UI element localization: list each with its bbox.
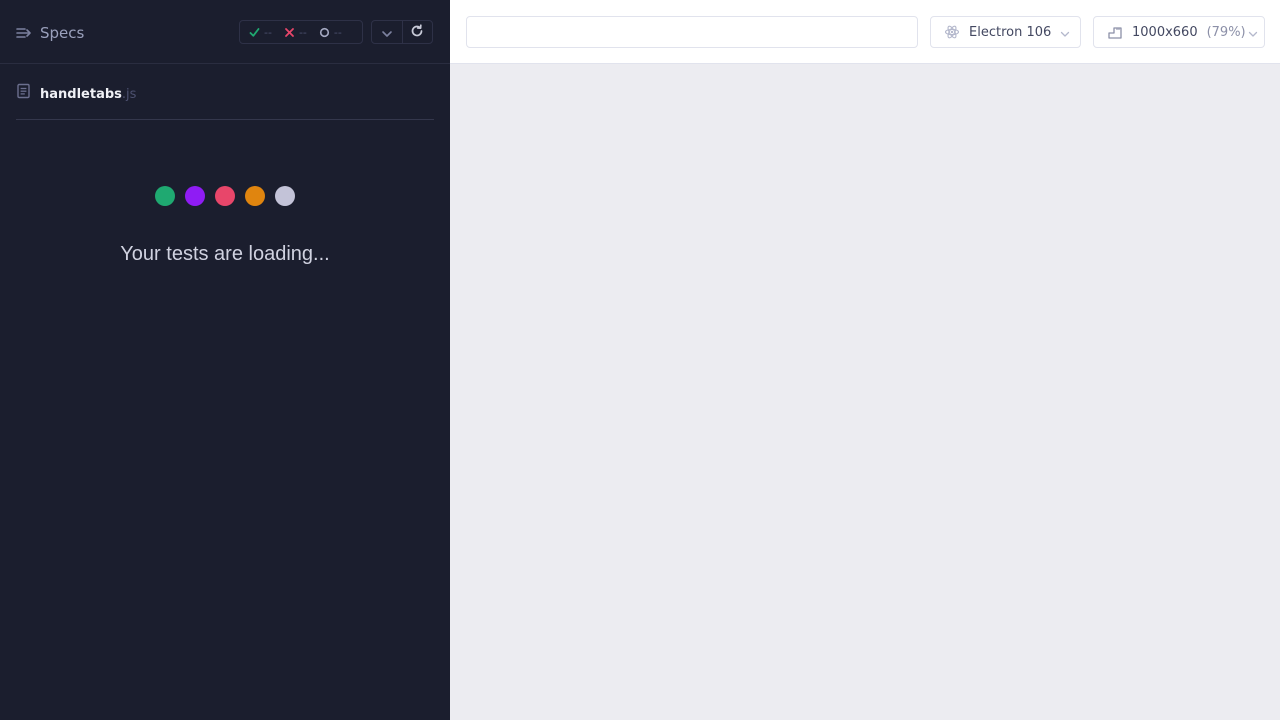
x-icon xyxy=(284,23,295,42)
stat-pending: -- xyxy=(319,23,342,42)
refresh-icon xyxy=(410,23,424,42)
url-input[interactable] xyxy=(466,16,918,48)
specs-list-icon xyxy=(16,26,32,40)
spec-file-basename: handletabs xyxy=(40,87,122,102)
check-icon xyxy=(249,23,260,42)
reporter-header: Specs -- -- -- xyxy=(0,0,450,64)
stat-passed: -- xyxy=(249,23,272,42)
chevron-down-icon xyxy=(1060,23,1070,42)
aut-header: Electron 106 1000x660 (79%) xyxy=(450,0,1280,64)
browser-label: Electron 106 xyxy=(969,24,1052,40)
spec-file-header: handletabs.js xyxy=(16,82,434,120)
reporter-controls xyxy=(371,20,433,44)
stat-passed-count: -- xyxy=(264,25,272,39)
specs-toggle-button[interactable]: Specs xyxy=(16,22,84,44)
loader-dot-5 xyxy=(275,186,295,206)
spec-file-extension: .js xyxy=(121,87,137,102)
viewport-ruler-icon xyxy=(1107,24,1123,40)
document-icon xyxy=(16,83,31,103)
loading-message: Your tests are loading... xyxy=(120,243,330,265)
spec-file-name[interactable]: handletabs.js xyxy=(40,83,136,102)
chevron-down-icon xyxy=(1248,23,1258,42)
chevron-down-icon xyxy=(381,23,393,42)
loader-dot-3 xyxy=(215,186,235,206)
browser-selector[interactable]: Electron 106 xyxy=(930,16,1081,48)
specs-label: Specs xyxy=(40,24,85,42)
stat-pending-count: -- xyxy=(333,25,342,39)
loading-indicator xyxy=(155,186,295,206)
loader-dot-2 xyxy=(185,186,205,206)
zoom-level-label: (79%) xyxy=(1206,24,1246,40)
pending-circle-icon xyxy=(319,23,330,42)
loader-dot-4 xyxy=(245,186,265,206)
test-stats: -- -- -- xyxy=(239,20,363,44)
stat-failed-count: -- xyxy=(298,25,307,39)
app-under-test-area: Electron 106 1000x660 (79%) xyxy=(450,0,1280,720)
expand-collapse-button[interactable] xyxy=(372,21,402,43)
stat-failed: -- xyxy=(284,23,307,42)
rerun-button[interactable] xyxy=(401,21,432,43)
reporter-panel: Specs -- -- -- handletabs.js Your tests … xyxy=(0,0,450,720)
viewport-selector[interactable]: 1000x660 (79%) xyxy=(1093,16,1265,48)
viewport-size-label: 1000x660 xyxy=(1132,24,1198,40)
loader-dot-1 xyxy=(155,186,175,206)
electron-icon xyxy=(944,24,960,40)
